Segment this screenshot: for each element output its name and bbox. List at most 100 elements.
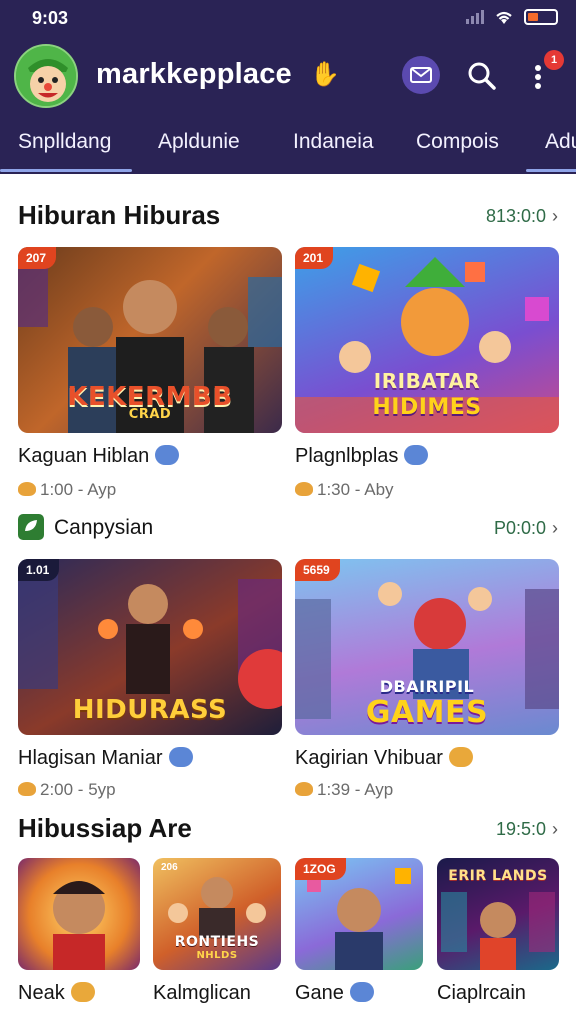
app-header: 9:03 markkepplace ✋ 1 Snplldang Apldunie… bbox=[0, 0, 576, 174]
game-name: Gane bbox=[295, 981, 374, 1005]
coin-icon bbox=[295, 481, 313, 496]
thumbnail-tag: 1.01 bbox=[18, 559, 60, 581]
tab-1[interactable]: Snplldang bbox=[18, 130, 111, 154]
game-card[interactable]: 206 RONTIEHS NHLDS Kalmglican bbox=[153, 858, 281, 1018]
thumbnail-title: DBAIRIPIL bbox=[379, 677, 475, 696]
game-meta-text: 1:39 - Ayp bbox=[317, 780, 394, 799]
mail-icon bbox=[410, 67, 432, 83]
thumbnail-tag: 201 bbox=[295, 247, 334, 269]
game-meta: 1:39 - Ayp bbox=[295, 780, 393, 800]
tab-active-indicator bbox=[0, 169, 132, 172]
wifi-icon bbox=[496, 11, 512, 24]
verified-badge-icon bbox=[168, 746, 193, 767]
thumbnail-subtitle: CRAD bbox=[128, 407, 172, 422]
section-link-label: 813:0:0 bbox=[485, 206, 546, 226]
section-see-all-link[interactable]: 813:0:0 › bbox=[486, 206, 558, 227]
section-link-label: P0:0:0 bbox=[493, 518, 546, 538]
game-card[interactable]: Neak bbox=[18, 858, 140, 1018]
game-thumbnail: 201 IRIBATAR HIDIMES bbox=[295, 247, 559, 433]
game-meta-text: 1:00 - Ayp bbox=[40, 480, 117, 499]
more-options-icon[interactable] bbox=[530, 60, 546, 94]
thumbnail-title: RONTIEHS bbox=[174, 934, 260, 950]
section-title: Hiburan Hiburas bbox=[18, 200, 221, 230]
thumbnail-tag: 1ZOG bbox=[295, 858, 346, 880]
game-name-text: Plagnlbplas bbox=[295, 445, 399, 467]
game-thumbnail bbox=[18, 858, 140, 970]
thumbnail-subtitle: GAMES bbox=[365, 695, 489, 730]
game-thumbnail: 1ZOG bbox=[295, 858, 423, 970]
game-name-text: Neak bbox=[18, 982, 65, 1004]
game-meta-text: 1:30 - Aby bbox=[317, 480, 394, 499]
tab-4[interactable]: Compois bbox=[416, 130, 499, 154]
thumbnail-title: HIDURASS bbox=[72, 695, 228, 725]
section-link-label: 19:5:0 bbox=[495, 819, 546, 839]
thumbnail-tag: 207 bbox=[18, 247, 57, 269]
game-card[interactable]: 1ZOG Gane bbox=[295, 858, 423, 1018]
section-title: Hibussiap Are bbox=[18, 813, 192, 843]
search-icon[interactable] bbox=[466, 60, 498, 92]
cloud-badge-icon bbox=[70, 981, 95, 1002]
game-name-text: Ciaplrcain bbox=[437, 982, 526, 1004]
verified-badge-icon bbox=[404, 444, 429, 465]
section-header-3: Hibussiap Are 19:5:0 › bbox=[18, 813, 558, 847]
section-see-all-link[interactable]: P0:0:0 › bbox=[494, 518, 558, 539]
app-bar: markkepplace ✋ 1 bbox=[0, 40, 576, 112]
chevron-right-icon: › bbox=[552, 819, 558, 839]
thumbnail-tag: 206 bbox=[161, 862, 178, 873]
category-tabs: Snplldang Apldunie Indaneia Compois Adu bbox=[0, 120, 576, 174]
game-name-text: Hlagisan Maniar bbox=[18, 747, 163, 769]
thumbnail-title: ERIR LANDS bbox=[448, 868, 548, 884]
game-meta: 1:30 - Aby bbox=[295, 480, 394, 500]
section-see-all-link[interactable]: 19:5:0 › bbox=[496, 819, 558, 840]
thumbnail-subtitle: HIDIMES bbox=[372, 395, 482, 420]
game-name: Ciaplrcain bbox=[437, 982, 526, 1005]
game-card[interactable]: ERIR LANDS Ciaplrcain bbox=[437, 858, 559, 1018]
game-card[interactable]: 1.01 HIDURASS Hlagisan Maniar 2:00 - 5yp bbox=[18, 559, 282, 809]
game-name-text: Kagirian Vhibuar bbox=[295, 747, 443, 769]
verified-badge-icon bbox=[155, 444, 180, 465]
clown-mascot-icon bbox=[16, 46, 76, 106]
tab-5[interactable]: Adu bbox=[545, 130, 576, 154]
thumbnail-title: IRIBATAR bbox=[373, 369, 481, 393]
game-name: Kagirian Vhibuar bbox=[295, 746, 473, 770]
game-meta: 2:00 - 5yp bbox=[18, 780, 116, 800]
section-title: Canpysian bbox=[54, 516, 154, 539]
game-thumbnail: ERIR LANDS bbox=[437, 858, 559, 970]
section-header-2: Canpysian P0:0:0 › bbox=[18, 512, 558, 546]
chevron-right-icon: › bbox=[552, 206, 558, 226]
signal-icon bbox=[466, 10, 484, 24]
game-name: Kaguan Hiblan bbox=[18, 444, 180, 468]
game-meta: 1:00 - Ayp bbox=[18, 480, 116, 500]
status-icons bbox=[466, 9, 558, 25]
thumbnail-tag: 5659 bbox=[295, 559, 340, 581]
game-thumbnail: 1.01 HIDURASS bbox=[18, 559, 282, 735]
hand-icon[interactable]: ✋ bbox=[310, 60, 340, 90]
game-art-image bbox=[53, 881, 105, 970]
game-name: Hlagisan Maniar bbox=[18, 746, 193, 770]
coin-icon bbox=[18, 481, 36, 496]
status-bar: 9:03 bbox=[0, 0, 576, 36]
app-title: markkepplace bbox=[96, 58, 292, 90]
game-meta-text: 2:00 - 5yp bbox=[40, 780, 116, 799]
verified-badge-icon bbox=[349, 981, 374, 1002]
coin-icon bbox=[295, 781, 313, 796]
mail-button[interactable] bbox=[402, 56, 440, 94]
battery-icon bbox=[524, 9, 558, 25]
tab-indicator-2 bbox=[526, 169, 576, 172]
tab-3[interactable]: Indaneia bbox=[293, 130, 374, 154]
game-card[interactable]: 201 IRIBATAR HIDIMES Plagnlbplas 1:30 - … bbox=[295, 247, 559, 507]
coin-icon bbox=[18, 781, 36, 796]
tab-2[interactable]: Apldunie bbox=[158, 130, 240, 154]
section-header-1: Hiburan Hiburas 813:0:0 › bbox=[18, 200, 558, 234]
game-card[interactable]: 5659 DBAIRIPIL GAMES Kagirian Vhibuar 1:… bbox=[295, 559, 559, 809]
game-name-text: Kalmglican bbox=[153, 982, 251, 1004]
cloud-badge-icon bbox=[448, 746, 473, 767]
game-card[interactable]: 207 KEKERMBB CRAD Kaguan Hiblan 1:00 - A… bbox=[18, 247, 282, 507]
app-logo[interactable] bbox=[14, 44, 78, 108]
game-name: Neak bbox=[18, 981, 95, 1005]
game-name-text: Kaguan Hiblan bbox=[18, 445, 150, 467]
thumbnail-subtitle: NHLDS bbox=[196, 950, 238, 961]
game-thumbnail: 207 KEKERMBB CRAD bbox=[18, 247, 282, 433]
leaf-icon bbox=[18, 514, 44, 540]
status-time: 9:03 bbox=[32, 8, 69, 28]
